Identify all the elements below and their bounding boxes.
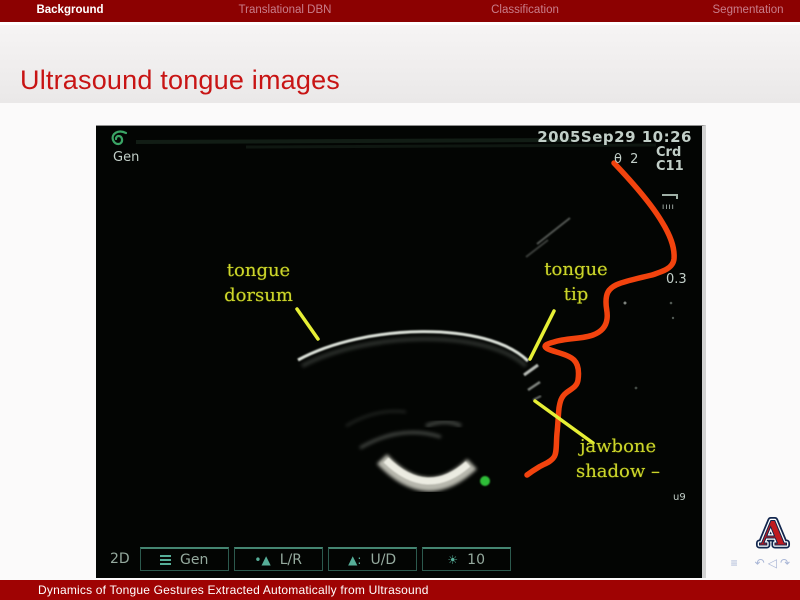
statusbar-group-gen: Gen [140,547,229,571]
annotation-line: tongue [544,259,607,280]
vendor-swirl-icon [113,132,126,144]
statusbar-label: U/D [370,552,396,568]
annotation-tongue-dorsum: tongue dorsum [196,258,321,308]
navbar-item-classification[interactable]: Classification [491,4,559,16]
echo-streak [526,240,548,257]
statusbar-group-ud: ▲: U/D [328,547,417,571]
forward-nav-icon[interactable]: ↷ [780,556,790,570]
echo-mark [524,365,538,375]
section-navbar: Background Translational DBN Classificat… [0,0,800,22]
depth-readout: 0.3 [666,272,687,287]
slides-nav-icon[interactable]: ≡ [731,556,738,570]
annotation-line: dorsum [224,285,293,306]
leader-line-dorsum [297,309,318,339]
timestamp: 2005Sep29 10:26 [537,128,692,146]
list-icon [160,555,171,565]
navbar-item-segmentation[interactable]: Segmentation [713,4,784,16]
speck [670,302,673,305]
transducer-line2: C11 [656,159,684,174]
scale-dash [662,194,677,196]
lower-echo-faint [360,432,441,448]
navbar-item-background[interactable]: Background [36,4,103,16]
scale-ticks: ıııı [662,202,675,211]
transducer-label: Crd C11 [656,146,684,174]
noise-streak [136,140,576,142]
presentation-slide: Background Translational DBN Classificat… [0,0,800,600]
back-nav-icon[interactable]: ↶ [755,556,765,570]
ud-flip-icon: ▲: [348,554,361,566]
annotation-line: shadow – [576,461,660,482]
preset-label: Gen [113,150,139,165]
annotation-line: tongue [227,260,290,281]
speck [672,317,674,319]
annotation-jawbone-shadow: jawbone shadow – [548,434,688,484]
ultrasound-overlay-graphics [96,126,702,578]
lower-echo-faint [346,411,406,426]
echo-mark [533,396,541,400]
slide-title: Ultrasound tongue images [20,65,340,96]
annotation-line: jawbone [580,436,656,457]
brightness-icon: ☀ [447,554,458,566]
navbar-item-translational-dbn[interactable]: Translational DBN [239,4,332,16]
footer-title: Dynamics of Tongue Gestures Extracted Au… [38,583,429,597]
echo-mark [528,382,540,390]
block-a-logo-icon: A A A [754,513,792,553]
echo-streak [537,218,570,244]
lr-flip-icon: •▲ [254,554,270,566]
angle-readout: θ 2 [614,152,640,167]
annotation-line: tip [564,284,589,305]
statusbar-group-lr: •▲ L/R [234,547,323,571]
statusbar-group-brightness: ☀ 10 [422,547,511,571]
transducer-line1: Crd [656,145,681,160]
speck [635,387,638,390]
footer-bar: Dynamics of Tongue Gestures Extracted Au… [0,580,800,600]
statusbar-label: 10 [467,552,485,568]
prev-nav-icon[interactable]: ◁ [768,556,777,570]
machine-statusbar: 2D Gen •▲ L/R ▲: U/D ☀ 10 [110,546,516,572]
beamer-navigation-symbols: ≡ ↶ ◁ ↷ [728,556,790,570]
university-logo: A A A [754,513,792,558]
green-marker-dot [480,476,490,486]
mode-2d-label: 2D [110,551,130,567]
statusbar-label: Gen [180,552,208,568]
lower-echo-blob [426,422,461,426]
orientation-mark: u9 [673,492,686,503]
ultrasound-image: 2005Sep29 10:26 Gen θ 2 Crd C11 ıııı 0.3… [96,125,706,578]
frametitle-band: Ultrasound tongue images [0,25,800,103]
svg-text:A: A [759,514,787,553]
statusbar-label: L/R [280,552,302,568]
annotation-tongue-tip: tongue tip [521,257,631,307]
